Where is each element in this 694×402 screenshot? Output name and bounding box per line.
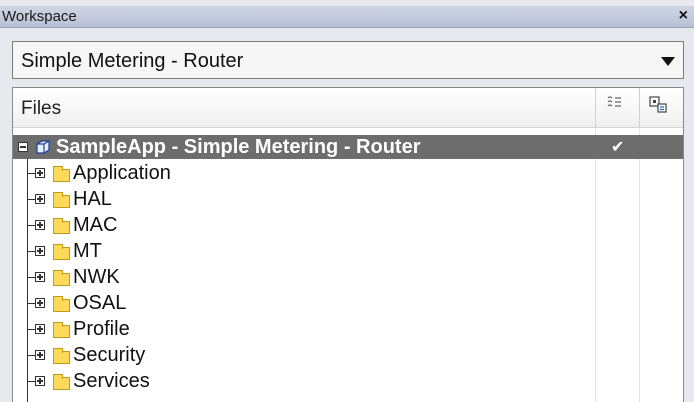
tree-connector (27, 173, 35, 174)
project-icon (34, 138, 52, 161)
options-icon[interactable] (606, 95, 624, 114)
tree-connector (27, 251, 35, 252)
folder-icon (53, 296, 70, 312)
expand-icon[interactable] (35, 324, 45, 334)
tree-connector (27, 329, 35, 330)
tree-connector (27, 303, 35, 304)
expand-icon[interactable] (35, 272, 45, 282)
tree-item-label: Application (73, 162, 171, 184)
column-divider[interactable] (639, 88, 640, 127)
tree-root-row[interactable]: SampleApp - Simple Metering - Router ✔ (13, 135, 683, 159)
tree-item-label: MAC (73, 214, 118, 236)
tree-item[interactable]: MAC (13, 213, 683, 237)
folder-icon (53, 218, 70, 234)
tree-item-label: Services (73, 370, 150, 392)
folder-icon (53, 348, 70, 364)
tree-item-label: Security (73, 344, 146, 366)
tree-item[interactable]: HAL (13, 187, 683, 211)
expand-icon[interactable] (35, 246, 45, 256)
tree-item[interactable]: NWK (13, 265, 683, 289)
expand-icon[interactable] (35, 298, 45, 308)
workspace-title: Workspace (2, 8, 77, 25)
expand-icon[interactable] (35, 168, 45, 178)
workspace-titlebar: Workspace × (0, 6, 694, 28)
collapse-icon[interactable] (18, 142, 28, 152)
folder-icon (53, 322, 70, 338)
expand-icon[interactable] (35, 376, 45, 386)
folder-icon (53, 192, 70, 208)
tree-item[interactable]: Application (13, 161, 683, 185)
output-icon[interactable] (649, 95, 667, 113)
check-icon: ✔ (611, 139, 625, 156)
tree-item-label: HAL (73, 188, 112, 210)
folder-icon (53, 270, 70, 286)
tree-item-label: NWK (73, 266, 120, 288)
tree-item[interactable]: Services (13, 369, 683, 393)
configuration-dropdown[interactable]: Simple Metering - Router (12, 41, 684, 79)
tree-root-label: SampleApp - Simple Metering - Router (56, 136, 421, 158)
tree-connector (27, 277, 35, 278)
tree-item-label: Profile (73, 318, 130, 340)
tree-connector (27, 225, 35, 226)
tree-item-label: MT (73, 240, 102, 262)
expand-icon[interactable] (35, 350, 45, 360)
tree-connector (27, 199, 35, 200)
files-tree[interactable]: Files SampleApp - Simple Metering - Rout… (12, 87, 684, 402)
folder-icon (53, 374, 70, 390)
column-divider[interactable] (595, 88, 596, 127)
expand-icon[interactable] (35, 194, 45, 204)
tree-item-label: OSAL (73, 292, 127, 314)
tree-connector (27, 355, 35, 356)
tree-item[interactable]: OSAL (13, 291, 683, 315)
configuration-value: Simple Metering - Router (21, 50, 244, 72)
tree-item[interactable]: MT (13, 239, 683, 263)
folder-icon (53, 166, 70, 182)
close-icon[interactable]: × (679, 7, 688, 25)
tree-connector (27, 381, 35, 382)
tree-item[interactable]: Security (13, 343, 683, 367)
folder-icon (53, 244, 70, 260)
expand-icon[interactable] (35, 220, 45, 230)
files-header: Files (13, 88, 683, 128)
chevron-down-icon[interactable] (661, 57, 675, 66)
workspace-panel: Workspace × Simple Metering - Router Fil… (0, 0, 694, 402)
files-column-header[interactable]: Files (21, 98, 61, 120)
tree-item[interactable]: Profile (13, 317, 683, 341)
